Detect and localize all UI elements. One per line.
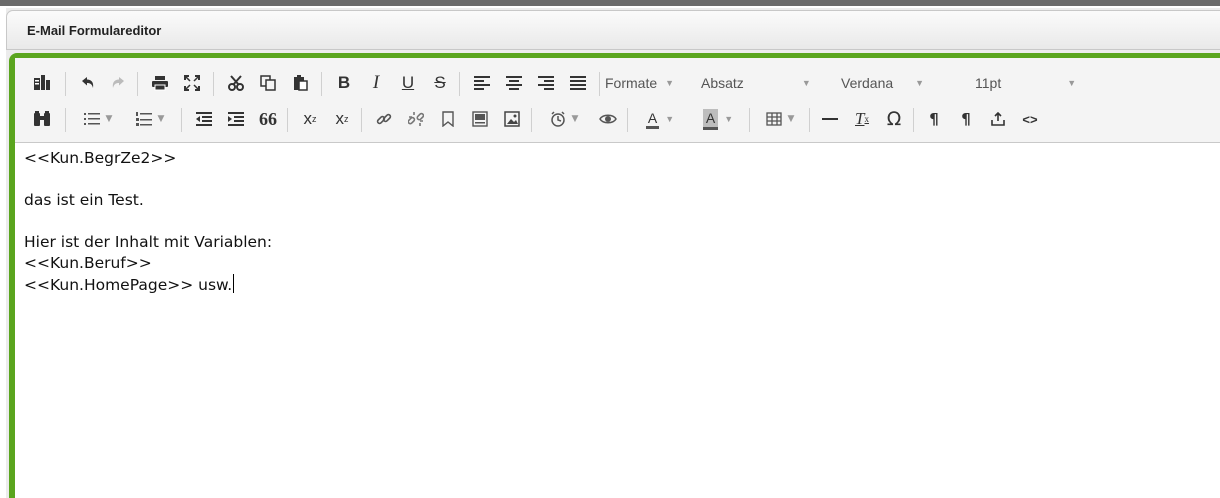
formats-dropdown-label: Formate [605, 75, 658, 91]
document-icon[interactable] [465, 102, 495, 136]
source-code-icon[interactable]: <> [1015, 102, 1045, 136]
chevron-down-icon: ▼ [665, 114, 675, 124]
templates-icon[interactable] [29, 66, 55, 100]
outdent-icon[interactable] [189, 102, 219, 136]
chevron-down-icon: ▼ [105, 114, 113, 124]
bold-icon[interactable]: B [329, 66, 359, 100]
table-icon[interactable]: ▼ [755, 102, 805, 136]
panel-title: E-Mail Formulareditor [27, 23, 162, 38]
superscript-label: x [335, 109, 345, 128]
cut-icon[interactable] [221, 66, 251, 100]
print-icon[interactable] [145, 66, 175, 100]
subscript-icon[interactable]: xz [295, 102, 325, 136]
chevron-down-icon: ▼ [801, 78, 811, 88]
italic-icon[interactable]: I [361, 66, 391, 100]
link-icon[interactable] [369, 102, 399, 136]
align-center-icon[interactable] [499, 66, 529, 100]
content-line: <<Kun.BegrZe2>> [24, 149, 177, 167]
special-char-icon[interactable]: Ω [879, 102, 909, 136]
content-line: <<Kun.Beruf>> [24, 254, 152, 272]
chevron-down-icon: ▼ [571, 114, 579, 124]
content-line-text: <<Kun.HomePage>> usw. [24, 276, 233, 294]
font-size-label: 11pt [975, 75, 1002, 91]
fullscreen-icon[interactable] [177, 66, 207, 100]
clear-format-icon[interactable]: Tx [847, 102, 877, 136]
chevron-down-icon: ▼ [787, 114, 795, 124]
redo-icon[interactable] [103, 66, 133, 100]
bullet-list-icon[interactable]: ▼ [73, 102, 123, 136]
paste-icon[interactable] [285, 66, 315, 100]
chevron-down-icon: ▼ [724, 114, 734, 124]
undo-icon[interactable] [73, 66, 103, 100]
editor-content-area[interactable]: <<Kun.BegrZe2>> das ist ein Test. Hier i… [24, 148, 1214, 296]
chevron-down-icon: ▼ [665, 78, 675, 88]
indent-icon[interactable] [221, 102, 251, 136]
chevron-down-icon: ▼ [915, 78, 925, 88]
strikethrough-icon[interactable]: S [425, 66, 455, 100]
pilcrow-icon[interactable]: ¶ [919, 102, 949, 136]
text-color-button[interactable]: A ▼ [633, 102, 687, 136]
pilcrow-rtl-icon[interactable]: ¶ [951, 102, 981, 136]
insert-variable-icon[interactable] [983, 102, 1013, 136]
unlink-icon[interactable] [401, 102, 431, 136]
rich-text-editor: B I U S Formate ▼ Absatz ▼ Verdana ▼ 11p… [9, 53, 1220, 498]
block-format-label: Absatz [701, 75, 744, 91]
content-line-with-cursor: <<Kun.HomePage>> usw. [24, 274, 1214, 296]
align-left-icon[interactable] [467, 66, 497, 100]
align-right-icon[interactable] [531, 66, 561, 100]
image-icon[interactable] [497, 102, 527, 136]
copy-icon[interactable] [253, 66, 283, 100]
subscript-label: x [303, 109, 313, 128]
block-format-dropdown[interactable]: Absatz ▼ [701, 66, 831, 100]
formats-dropdown[interactable]: Formate ▼ [605, 66, 674, 100]
insert-datetime-icon[interactable]: ▼ [537, 102, 591, 136]
chevron-down-icon: ▼ [1067, 78, 1077, 88]
underline-icon[interactable]: U [393, 66, 423, 100]
window-top-bar [0, 0, 1220, 6]
content-line: das ist ein Test. [24, 191, 144, 209]
blockquote-icon[interactable]: 66 [253, 102, 283, 136]
font-family-label: Verdana [841, 75, 894, 91]
horizontal-rule-icon[interactable] [815, 102, 845, 136]
preview-icon[interactable] [593, 102, 623, 136]
font-size-dropdown[interactable]: 11pt ▼ [975, 66, 1095, 100]
find-replace-icon[interactable] [29, 102, 55, 136]
font-family-dropdown[interactable]: Verdana ▼ [841, 66, 961, 100]
background-color-icon: A [702, 108, 719, 130]
chevron-down-icon: ▼ [157, 114, 165, 124]
superscript-icon[interactable]: xz [327, 102, 357, 136]
anchor-icon[interactable] [433, 102, 463, 136]
clear-format-label: T [855, 109, 865, 128]
text-cursor [233, 274, 235, 293]
numbered-list-icon[interactable]: ▼ [125, 102, 175, 136]
content-line: Hier ist der Inhalt mit Variablen: [24, 233, 273, 251]
align-justify-icon[interactable] [563, 66, 593, 100]
editor-toolbar: B I U S Formate ▼ Absatz ▼ Verdana ▼ 11p… [15, 58, 1220, 143]
panel-title-bar: E-Mail Formulareditor [6, 10, 1220, 50]
text-color-icon: A [645, 110, 660, 129]
background-color-button[interactable]: A ▼ [691, 102, 745, 136]
